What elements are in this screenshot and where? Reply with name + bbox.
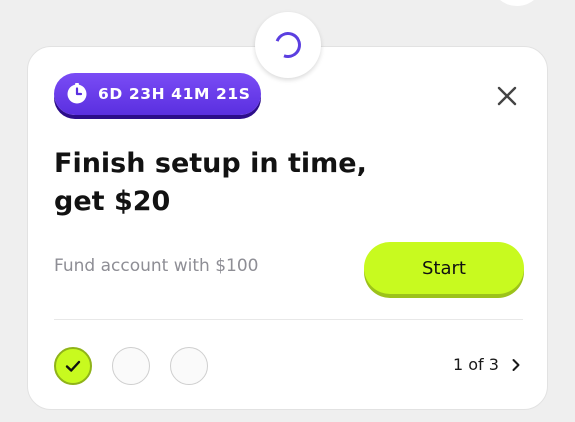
- loading-spinner: [255, 12, 321, 78]
- step-indicator-2: [112, 347, 150, 385]
- avatar-edge: [490, 0, 544, 6]
- countdown-text: 6D 23H 41M 21S: [98, 85, 251, 103]
- chevron-right-icon: [511, 358, 521, 372]
- offer-headline: Finish setup in time, get $20: [54, 145, 394, 221]
- countdown-timer-badge: 6D 23H 41M 21S: [54, 73, 261, 115]
- clock-icon: [66, 83, 88, 105]
- pager: 1 of 3: [453, 355, 521, 374]
- start-button[interactable]: Start: [364, 242, 524, 294]
- step-progress: [54, 347, 208, 385]
- check-icon: [64, 357, 82, 375]
- offer-card: 6D 23H 41M 21S Finish setup in time, get…: [27, 46, 548, 410]
- divider: [54, 319, 523, 320]
- step-indicator-1-completed: [54, 347, 92, 385]
- next-page-button[interactable]: [511, 358, 521, 372]
- headline-line-2: get $20: [54, 186, 171, 217]
- task-description: Fund account with $100: [54, 256, 259, 276]
- pager-label: 1 of 3: [453, 355, 499, 374]
- step-indicator-3: [170, 347, 208, 385]
- spinner-icon: [270, 27, 306, 63]
- headline-line-1: Finish setup in time,: [54, 148, 367, 179]
- close-icon: [496, 85, 518, 107]
- close-button[interactable]: [494, 83, 520, 109]
